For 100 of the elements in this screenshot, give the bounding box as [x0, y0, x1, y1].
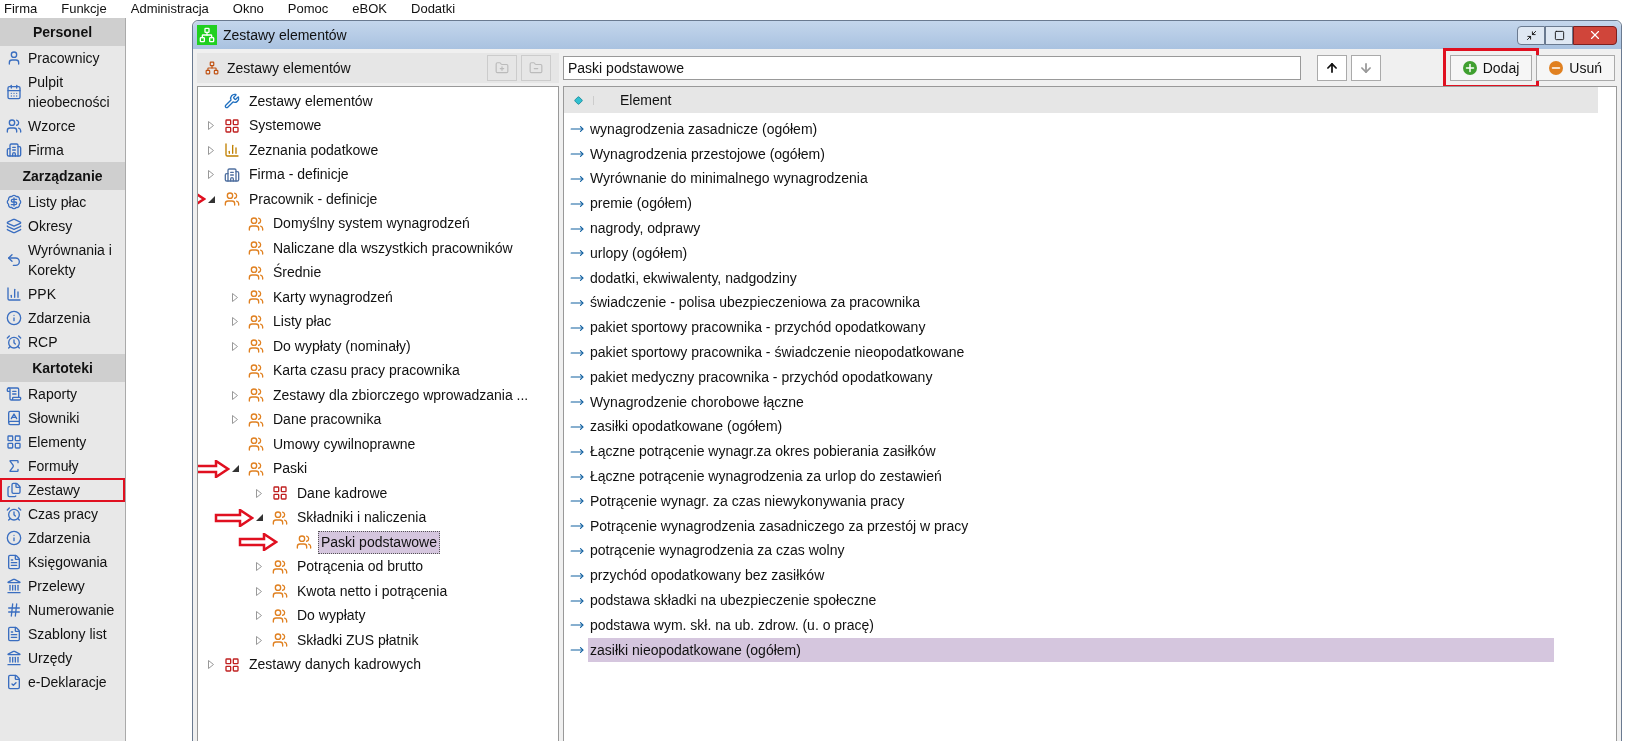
- remove-button[interactable]: Usuń: [1536, 55, 1615, 81]
- tree-item[interactable]: Paski podstawowe: [318, 530, 440, 554]
- sidebar-item[interactable]: Urzędy: [0, 646, 125, 670]
- list-row[interactable]: podstawa wym. skł. na ub. zdrow. (u. o pracę): [588, 613, 1554, 638]
- sidebar-icon: [6, 310, 22, 326]
- sidebar-item[interactable]: Zdarzenia: [0, 306, 125, 330]
- sidebar-item[interactable]: Numerowanie: [0, 598, 125, 622]
- list-row[interactable]: przychód opodatkowany bez zasiłków: [588, 563, 1554, 588]
- tree-item[interactable]: Zestawy danych kadrowych: [246, 653, 424, 677]
- sidebar-item[interactable]: PPK: [0, 282, 125, 306]
- people-icon: [224, 191, 240, 208]
- menu-item[interactable]: Administracja: [130, 0, 209, 19]
- sidebar-item[interactable]: Okresy: [0, 214, 125, 238]
- sidebar-section-header: Personel: [0, 18, 125, 46]
- menu-item[interactable]: eBOK: [352, 0, 387, 19]
- sidebar-item[interactable]: e-Deklaracje: [0, 670, 125, 694]
- minimize-button[interactable]: [1517, 25, 1545, 45]
- list-row[interactable]: pakiet sportowy pracownika - przychód opodatkowany: [588, 315, 1554, 340]
- add-folder-button[interactable]: [487, 55, 517, 81]
- sidebar-item[interactable]: Zdarzenia: [0, 526, 125, 550]
- sidebar-item[interactable]: Pulpit nieobecności: [0, 70, 125, 114]
- sidebar-item[interactable]: Zestawy: [0, 478, 125, 502]
- sidebar-item[interactable]: Szablony list: [0, 622, 125, 646]
- list-row[interactable]: świadczenie - polisa ubezpieczeniowa za pracownika: [588, 290, 1554, 315]
- tree-item[interactable]: Zestawy elementów: [246, 89, 376, 113]
- tree-item[interactable]: Karty wynagrodzeń: [270, 285, 396, 309]
- window-title: Zestawy elementów: [223, 25, 347, 45]
- sidebar-item[interactable]: Księgowania: [0, 550, 125, 574]
- tree-item[interactable]: Systemowe: [246, 114, 325, 138]
- tree-item[interactable]: Dane pracownika: [270, 408, 385, 432]
- column-header[interactable]: Element: [594, 89, 672, 111]
- plus-icon: [1462, 61, 1477, 75]
- sidebar-item[interactable]: Elementy: [0, 430, 125, 454]
- menu-item[interactable]: Funkcje: [61, 0, 107, 19]
- sidebar-item[interactable]: Słowniki: [0, 406, 125, 430]
- list-row[interactable]: podstawa składki na ubezpieczenie społeczne: [588, 588, 1554, 613]
- sidebar-item[interactable]: Czas pracy: [0, 502, 125, 526]
- tree-item[interactable]: Naliczane dla wszystkich pracowników: [270, 236, 516, 260]
- sidebar-item[interactable]: Firma: [0, 138, 125, 162]
- people-icon: [248, 264, 264, 281]
- sidebar-item[interactable]: Pracownicy: [0, 46, 125, 70]
- expander-icon[interactable]: [207, 195, 215, 203]
- tree-item[interactable]: Zeznania podatkowe: [246, 138, 382, 162]
- people-icon: [248, 289, 264, 306]
- move-up-button[interactable]: [1317, 55, 1347, 81]
- people-icon: [272, 632, 288, 649]
- tree-item[interactable]: Do wypłaty (nominały): [270, 334, 414, 358]
- tree-item[interactable]: Średnie: [270, 261, 325, 285]
- sidebar-item[interactable]: Wzorce: [0, 114, 125, 138]
- tree-item[interactable]: Kwota netto i potrącenia: [294, 579, 451, 603]
- sidebar-item[interactable]: Przelewy: [0, 574, 125, 598]
- list-row[interactable]: Potrącenie wynagrodzenia zasadniczego za przestój w pracy: [588, 514, 1554, 539]
- tree-item[interactable]: Składki ZUS płatnik: [294, 628, 422, 652]
- list-row[interactable]: premie (ogółem): [588, 191, 1554, 216]
- sidebar-icon: [6, 650, 22, 666]
- sidebar-item[interactable]: Wyrównania i Korekty: [0, 238, 125, 282]
- people-icon: [296, 534, 312, 551]
- tree-item[interactable]: Karta czasu pracy pracownika: [270, 359, 463, 383]
- name-field[interactable]: Paski podstawowe: [563, 56, 1301, 80]
- list-row[interactable]: Wynagrodzenia przestojowe (ogółem): [588, 142, 1554, 167]
- list-row[interactable]: Potrącenie wynagr. za czas niewykonywania pracy: [588, 489, 1554, 514]
- list-row[interactable]: nagrody, odprawy: [588, 216, 1554, 241]
- expander-icon[interactable]: [255, 514, 263, 522]
- menu-item[interactable]: Firma: [4, 0, 38, 19]
- tree-item[interactable]: Paski: [270, 457, 311, 481]
- list-row[interactable]: pakiet medyczny pracownika - przychód opodatkowany: [588, 365, 1554, 390]
- close-button[interactable]: [1573, 25, 1617, 45]
- tree-item[interactable]: Zestawy dla zbiorczego wprowadzania ...: [270, 383, 532, 407]
- tree-item[interactable]: Potrącenia od brutto: [294, 555, 427, 579]
- list-row[interactable]: Wyrównanie do minimalnego wynagrodzenia: [588, 167, 1554, 191]
- tree-item[interactable]: Pracownik - definicje: [246, 187, 381, 211]
- tree-item[interactable]: Domyślny system wynagrodzeń: [270, 212, 473, 236]
- tree-item[interactable]: Dane kadrowe: [294, 481, 391, 505]
- menu-item[interactable]: Okno: [232, 0, 264, 19]
- list-row[interactable]: zasiłki nieopodatkowane (ogółem): [588, 638, 1554, 663]
- list-row[interactable]: Wynagrodzenie chorobowe łączne: [588, 390, 1554, 415]
- list-row[interactable]: dodatki, ekwiwalenty, nadgodziny: [588, 266, 1554, 291]
- tree-item[interactable]: Składniki i naliczenia: [294, 506, 430, 530]
- list-row[interactable]: urlopy (ogółem): [588, 241, 1554, 266]
- expander-icon[interactable]: [231, 465, 239, 473]
- tree-item[interactable]: Listy płac: [270, 310, 335, 334]
- list-row[interactable]: zasiłki opodatkowane (ogółem): [588, 414, 1554, 439]
- maximize-button[interactable]: [1545, 25, 1573, 45]
- tree-item[interactable]: Do wypłaty: [294, 604, 369, 628]
- tree-item[interactable]: Umowy cywilnoprawne: [270, 432, 419, 456]
- sidebar-item[interactable]: Formuły: [0, 454, 125, 478]
- sidebar-item[interactable]: Raporty: [0, 382, 125, 406]
- tree-item[interactable]: Firma - definicje: [246, 163, 352, 187]
- minimize-icon: [1525, 29, 1537, 41]
- sidebar-item[interactable]: RCP: [0, 330, 125, 354]
- list-row[interactable]: Łączne potrącenie wynagrodzenia za urlop do zestawień: [588, 464, 1554, 489]
- menu-item[interactable]: Dodatki: [411, 0, 456, 19]
- menu-item[interactable]: Pomoc: [287, 0, 329, 19]
- sidebar-item[interactable]: Listy płac: [0, 190, 125, 214]
- people-icon: [248, 436, 264, 453]
- remove-folder-button[interactable]: [521, 55, 551, 81]
- list-row[interactable]: potrącenie wynagrodzenia za czas wolny: [588, 538, 1554, 563]
- list-row[interactable]: wynagrodzenia zasadnicze (ogółem): [588, 117, 1554, 142]
- list-row[interactable]: pakiet sportowy pracownika - świadczenie nieopodatkowane: [588, 340, 1554, 365]
- list-row[interactable]: Łączne potrącenie wynagr.za okres pobierania zasiłków: [588, 439, 1554, 464]
